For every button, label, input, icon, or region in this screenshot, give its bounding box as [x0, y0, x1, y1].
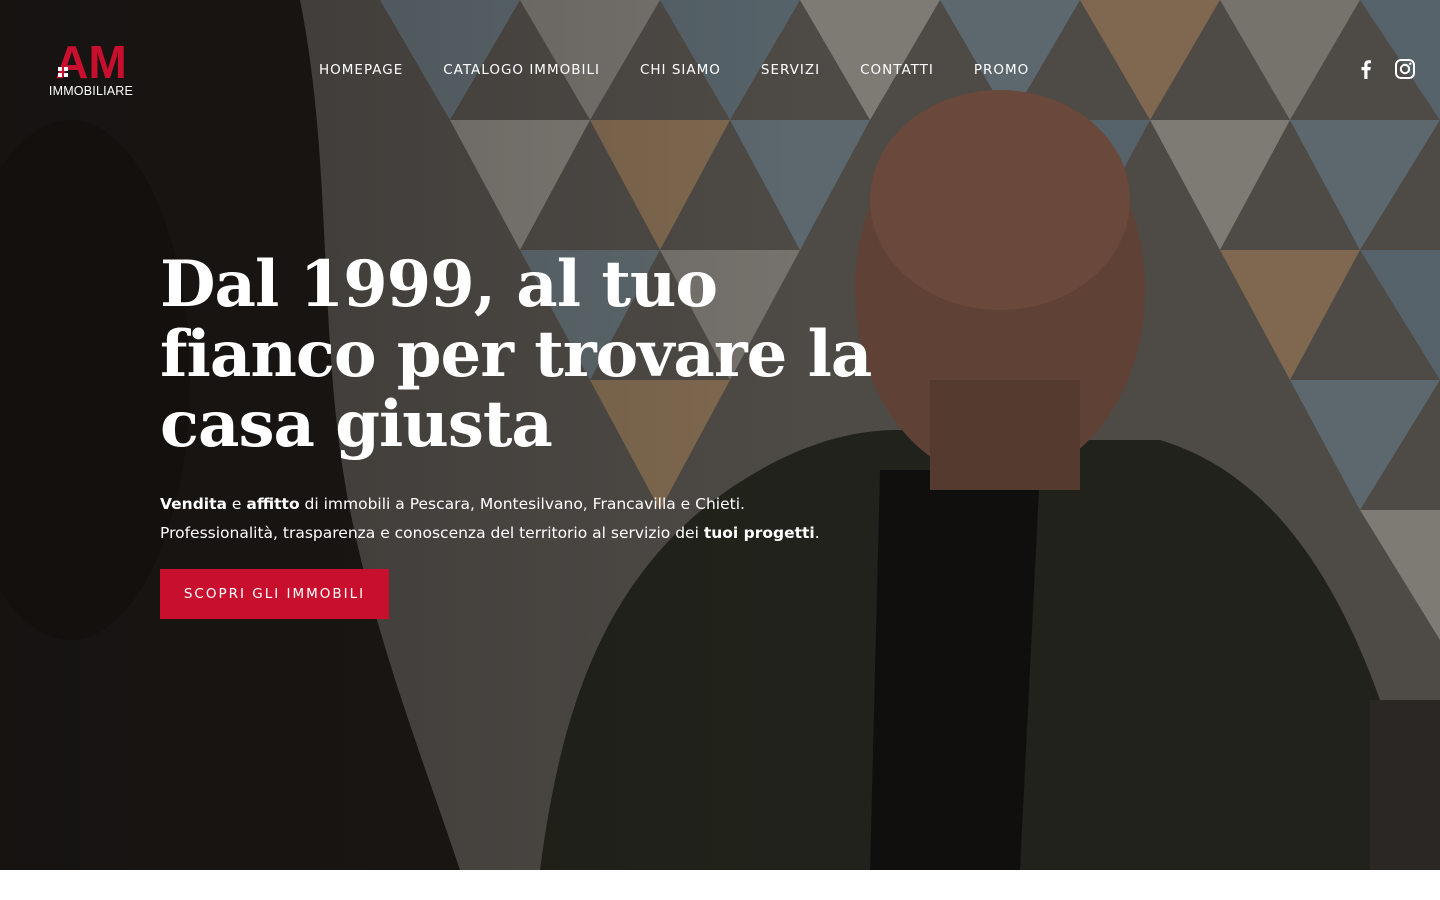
hero-section: AM IMMOBILIARE HOMEPAGE CATALOGO IMMOBIL… [0, 0, 1440, 870]
hero-description: Vendita e affitto di immobili a Pescara,… [160, 490, 920, 548]
nav-catalogo-immobili[interactable]: CATALOGO IMMOBILI [423, 58, 620, 82]
instagram-icon[interactable] [1394, 58, 1415, 80]
hero-text-e: e [226, 495, 247, 513]
logo-mark: AM [55, 36, 127, 88]
social-links [1356, 58, 1415, 80]
logo-wordmark: IMMOBILIARE [48, 84, 134, 98]
nav-homepage[interactable]: HOMEPAGE [299, 58, 423, 82]
nav-promo[interactable]: PROMO [954, 58, 1049, 82]
nav-contatti[interactable]: CONTATTI [840, 58, 954, 82]
nav-servizi[interactable]: SERVIZI [741, 58, 840, 82]
main-nav: HOMEPAGE CATALOGO IMMOBILI CHI SIAMO SER… [299, 58, 1049, 82]
scopri-immobili-button[interactable]: SCOPRI GLI IMMOBILI [160, 569, 389, 619]
hero-line-2: Professionalità, trasparenza e conoscenz… [160, 524, 820, 542]
hero-line-1: Vendita e affitto di immobili a Pescara,… [160, 495, 745, 513]
hero-text-professionalita: Professionalità, trasparenza e conoscenz… [160, 524, 704, 542]
hero-content: Dal 1999, al tuo fianco per trovare la c… [160, 250, 920, 548]
logo[interactable]: AM IMMOBILIARE [38, 36, 144, 100]
hero-bold-vendita: Vendita [160, 495, 227, 513]
hero-bold-tuoi-progetti: tuoi progetti [703, 524, 815, 542]
site-header: AM IMMOBILIARE HOMEPAGE CATALOGO IMMOBIL… [0, 0, 1440, 140]
nav-chi-siamo[interactable]: CHI SIAMO [620, 58, 741, 82]
hero-headline: Dal 1999, al tuo fianco per trovare la c… [160, 247, 872, 462]
facebook-icon[interactable] [1356, 58, 1376, 80]
hero-bold-affitto: affitto [246, 495, 300, 513]
page-content-below [0, 870, 1440, 900]
logo-letters: AM [55, 40, 127, 84]
hero-text-period: . [814, 524, 820, 542]
hero-text-locations: di immobili a Pescara, Montesilvano, Fra… [299, 495, 745, 513]
